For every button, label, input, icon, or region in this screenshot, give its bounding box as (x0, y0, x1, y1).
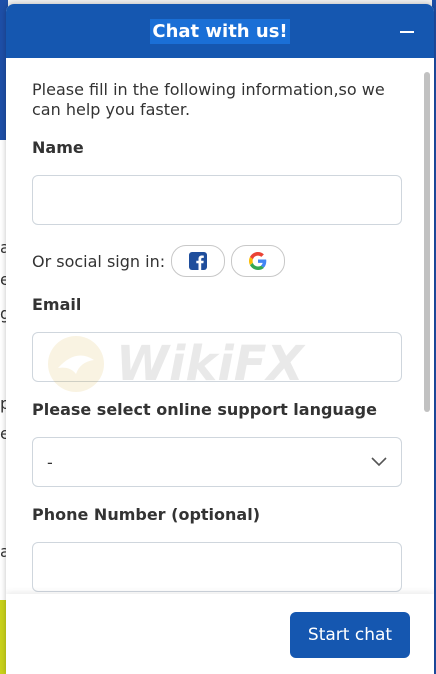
facebook-icon (189, 252, 208, 270)
name-input[interactable] (32, 175, 402, 225)
google-icon (249, 252, 267, 270)
google-button[interactable] (231, 245, 286, 277)
social-label: Or social sign in: (32, 251, 166, 271)
chevron-down-icon (371, 457, 387, 467)
language-select[interactable]: - (32, 437, 402, 487)
email-label: Email (32, 295, 82, 314)
intro-text: Please fill in the following information… (32, 80, 385, 119)
name-label: Name (32, 138, 84, 157)
chat-form: Please fill in the following information… (6, 58, 434, 594)
language-label: Please select online support language (32, 400, 377, 419)
facebook-button[interactable] (171, 245, 226, 277)
chat-title: Chat with us! (150, 18, 290, 44)
email-input[interactable] (32, 332, 402, 382)
phone-label: Phone Number (optional) (32, 505, 261, 524)
language-select-value: - (47, 452, 53, 472)
minimize-icon[interactable] (400, 24, 416, 40)
chat-header: Chat with us! (6, 4, 434, 58)
phone-input[interactable] (32, 542, 402, 592)
social-signin: Or social sign in: (32, 245, 408, 277)
scrollbar[interactable] (424, 72, 430, 412)
chat-footer: Start chat (6, 594, 434, 674)
start-chat-button[interactable]: Start chat (290, 612, 410, 658)
chat-widget: Chat with us! Please fill in the followi… (6, 4, 434, 674)
